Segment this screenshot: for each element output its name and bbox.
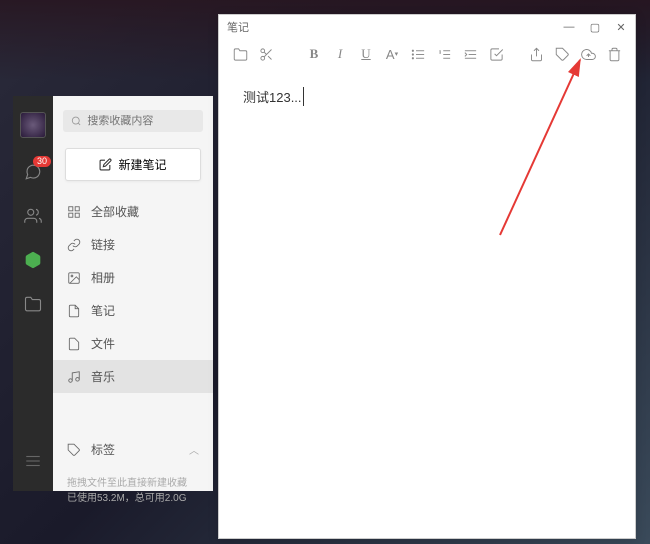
folder-tool-icon[interactable] — [231, 45, 249, 63]
nav-label: 文件 — [91, 335, 115, 352]
contacts-icon[interactable] — [23, 206, 43, 226]
search-input[interactable] — [87, 115, 195, 127]
delete-tool-icon[interactable] — [605, 45, 623, 63]
share-tool-icon[interactable] — [527, 45, 545, 63]
nav-label: 音乐 — [91, 368, 115, 385]
checklist-button[interactable] — [487, 45, 505, 63]
file-icon — [67, 337, 81, 351]
nav-item-notes[interactable]: 笔记 — [53, 294, 213, 327]
nav-item-album[interactable]: 相册 — [53, 261, 213, 294]
footer-line2: 已使用53.2M，总可用2.0G — [67, 491, 199, 506]
chevron-up-icon: ︿ — [189, 442, 199, 457]
tag-icon — [67, 443, 81, 457]
font-size-button[interactable]: A▾ — [383, 45, 401, 63]
nav-item-music[interactable]: 音乐 — [53, 360, 213, 393]
nav-item-files[interactable]: 文件 — [53, 327, 213, 360]
note-icon — [67, 304, 81, 318]
edit-icon — [99, 158, 112, 171]
close-button[interactable]: ✕ — [615, 21, 627, 34]
bold-button[interactable]: B — [305, 45, 323, 63]
nav-list: 全部收藏 链接 相册 笔记 文件 音乐 — [53, 195, 213, 393]
note-editor-window: 笔记 — ▢ ✕ B I U A▾ 测试123... — [218, 14, 636, 539]
nav-label: 相册 — [91, 269, 115, 286]
menu-icon[interactable] — [23, 451, 43, 471]
note-text: 测试123... — [243, 87, 304, 106]
storage-info: 拖拽文件至此直接新建收藏 已使用53.2M，总可用2.0G — [53, 466, 213, 522]
nav-label: 全部收藏 — [91, 203, 139, 220]
window-title: 笔记 — [227, 19, 563, 35]
nav-item-links[interactable]: 链接 — [53, 228, 213, 261]
nav-label: 链接 — [91, 236, 115, 253]
user-avatar[interactable] — [20, 112, 46, 138]
numbered-list-button[interactable] — [435, 45, 453, 63]
new-note-label: 新建笔记 — [118, 156, 166, 173]
minimize-button[interactable]: — — [563, 21, 575, 34]
tags-section: 标签 ︿ — [53, 433, 213, 466]
favorites-panel: 30 新建笔记 全部收藏 — [13, 96, 213, 491]
editor-content-area[interactable]: 测试123... — [219, 69, 635, 538]
editor-toolbar: B I U A▾ — [219, 39, 635, 69]
window-controls: — ▢ ✕ — [563, 21, 627, 34]
image-icon — [67, 271, 81, 285]
favorites-icon[interactable] — [23, 250, 43, 270]
nav-label: 笔记 — [91, 302, 115, 319]
music-icon — [67, 370, 81, 384]
tags-header[interactable]: 标签 ︿ — [53, 433, 213, 466]
cut-tool-icon[interactable] — [257, 45, 275, 63]
folder-icon[interactable] — [23, 294, 43, 314]
link-icon — [67, 238, 81, 252]
nav-panel: 新建笔记 全部收藏 链接 相册 笔记 文件 — [53, 96, 213, 491]
footer-line1: 拖拽文件至此直接新建收藏 — [67, 476, 199, 491]
maximize-button[interactable]: ▢ — [589, 21, 601, 34]
badge-count: 30 — [33, 156, 51, 167]
bullet-list-button[interactable] — [409, 45, 427, 63]
search-box[interactable] — [63, 110, 203, 132]
indent-button[interactable] — [461, 45, 479, 63]
tags-label: 标签 — [91, 441, 115, 458]
underline-button[interactable]: U — [357, 45, 375, 63]
cloud-sync-icon[interactable] — [579, 45, 597, 63]
title-bar[interactable]: 笔记 — ▢ ✕ — [219, 15, 635, 39]
italic-button[interactable]: I — [331, 45, 349, 63]
nav-item-all[interactable]: 全部收藏 — [53, 195, 213, 228]
grid-icon — [67, 205, 81, 219]
app-sidebar: 30 — [13, 96, 53, 491]
search-icon — [71, 115, 81, 127]
new-note-button[interactable]: 新建笔记 — [65, 148, 201, 181]
tag-tool-icon[interactable] — [553, 45, 571, 63]
chat-icon[interactable]: 30 — [23, 162, 43, 182]
